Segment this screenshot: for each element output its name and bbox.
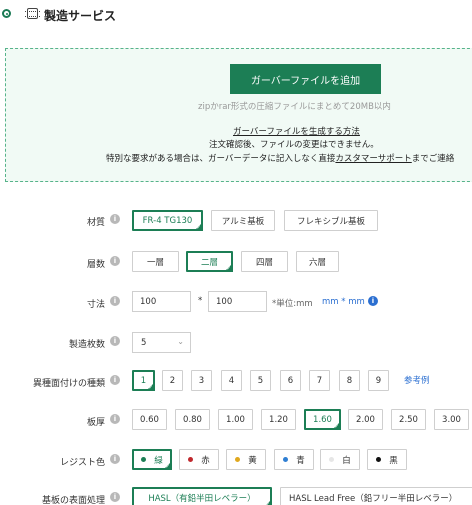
- thickness-option-100[interactable]: 1.00: [218, 409, 253, 430]
- variety-option-3[interactable]: 3: [191, 370, 212, 391]
- solder-mask-info-icon[interactable]: i: [110, 454, 120, 464]
- finish-info-icon[interactable]: i: [110, 492, 120, 502]
- mask-option-yellow[interactable]: 黄: [226, 449, 266, 470]
- size-width-input[interactable]: 100: [132, 291, 191, 312]
- finish-option-hasl[interactable]: HASL（有鉛半田レベラー）: [132, 487, 272, 505]
- variety-option-6[interactable]: 6: [280, 370, 301, 391]
- customer-support-link[interactable]: カスタマーサポート: [335, 154, 411, 164]
- size-label: 寸法: [86, 300, 105, 310]
- mask-option-red[interactable]: 赤: [179, 449, 219, 470]
- section-title: 製造サービス: [44, 9, 117, 23]
- quantity-value: 5: [141, 337, 147, 348]
- thickness-option-120[interactable]: 1.20: [261, 409, 296, 430]
- thickness-option-080[interactable]: 0.80: [175, 409, 210, 430]
- variety-example-link[interactable]: 参考例: [404, 374, 430, 386]
- upload-note: zipかrar形式の圧縮ファイルにまとめて20MB以内: [198, 102, 391, 112]
- variety-option-2[interactable]: 2: [162, 370, 183, 391]
- variety-option-4[interactable]: 4: [221, 370, 242, 391]
- mask-option-green[interactable]: 緑: [132, 449, 172, 470]
- size-unit-info-icon[interactable]: i: [368, 296, 378, 306]
- thickness-option-200[interactable]: 2.00: [348, 409, 383, 430]
- special-request-prefix: 特別な要求がある場合は、ガーバーデータに記入しなく直接: [106, 154, 336, 164]
- thickness-option-300[interactable]: 3.00: [434, 409, 469, 430]
- special-request-suffix: までご連絡: [411, 154, 455, 164]
- layers-info-icon[interactable]: i: [110, 256, 120, 266]
- red-color-dot: [188, 457, 194, 462]
- material-info-icon[interactable]: i: [110, 214, 120, 224]
- chevron-down-icon: ⌄: [177, 337, 184, 346]
- layers-label: 層数: [86, 260, 105, 270]
- material-option-aluminum[interactable]: アルミ基板: [211, 210, 275, 231]
- material-option-flexible[interactable]: フレキシブル基板: [284, 210, 378, 231]
- blue-color-dot: [283, 457, 289, 462]
- layers-option-4[interactable]: 四層: [241, 251, 288, 272]
- mask-option-black[interactable]: 黒: [367, 449, 407, 470]
- variety-option-8[interactable]: 8: [339, 370, 360, 391]
- quantity-select[interactable]: 5 ⌄: [132, 332, 191, 353]
- variety-option-7[interactable]: 7: [309, 370, 330, 391]
- finish-label: 基板の表面処理: [41, 496, 105, 505]
- thickness-option-160[interactable]: 1.60: [304, 409, 341, 430]
- thickness-label: 板厚: [86, 418, 105, 428]
- size-height-input[interactable]: 100: [208, 291, 267, 312]
- yellow-color-dot: [235, 457, 241, 462]
- size-unit-value: mm * mm: [322, 297, 365, 307]
- mask-option-label: 青: [296, 455, 305, 466]
- green-color-dot: [141, 457, 147, 462]
- variety-option-1[interactable]: 1: [132, 370, 155, 391]
- finish-option-hasl-lead-free[interactable]: HASL Lead Free（鉛フリー半田レベラー）: [280, 487, 472, 505]
- mask-option-label: 黒: [389, 455, 398, 466]
- layers-option-6[interactable]: 六層: [296, 251, 339, 272]
- quantity-info-icon[interactable]: i: [110, 336, 120, 346]
- material-label: 材質: [86, 218, 105, 228]
- mask-option-label: 緑: [154, 455, 163, 466]
- chip-icon: [25, 8, 40, 19]
- size-info-icon[interactable]: i: [110, 296, 120, 306]
- material-option-fr4[interactable]: FR-4 TG130: [132, 210, 203, 231]
- upload-warning: 注文確認後、ファイルの変更はできません。: [209, 140, 379, 150]
- mask-option-label: 赤: [201, 455, 210, 466]
- thickness-info-icon[interactable]: i: [110, 414, 120, 424]
- layers-option-1[interactable]: 一層: [132, 251, 179, 272]
- black-color-dot: [376, 457, 382, 462]
- mask-option-blue[interactable]: 青: [274, 449, 314, 470]
- solder-mask-label: レジスト色: [59, 458, 105, 468]
- add-gerber-button[interactable]: ガーバーファイルを追加: [230, 64, 381, 94]
- thickness-option-250[interactable]: 2.50: [391, 409, 426, 430]
- mask-option-label: 白: [342, 455, 351, 466]
- how-to-generate-link[interactable]: ガーバーファイルを生成する方法: [233, 125, 360, 137]
- special-request-text: 特別な要求がある場合は、ガーバーデータに記入しなく直接カスタマーサポートまでご連…: [106, 152, 454, 164]
- mask-option-white[interactable]: 白: [320, 449, 360, 470]
- gerber-upload-area[interactable]: ガーバーファイルを追加 zipかrar形式の圧縮ファイルにまとめて20MB以内 …: [5, 48, 472, 182]
- quantity-label: 製造枚数: [68, 340, 105, 350]
- layers-option-2[interactable]: 二層: [186, 251, 233, 272]
- size-unit-label: *単位:mm: [272, 299, 313, 309]
- white-color-dot: [329, 457, 335, 462]
- thickness-option-060[interactable]: 0.60: [132, 409, 167, 430]
- variety-option-5[interactable]: 5: [250, 370, 271, 391]
- mask-option-label: 黄: [248, 455, 257, 466]
- variety-info-icon[interactable]: i: [110, 375, 120, 385]
- section-radio-icon: [2, 9, 11, 18]
- variety-option-9[interactable]: 9: [368, 370, 389, 391]
- size-times-sign: *: [198, 296, 203, 306]
- section-header: 製造サービス: [0, 0, 472, 30]
- variety-label: 異種面付けの種類: [32, 379, 105, 389]
